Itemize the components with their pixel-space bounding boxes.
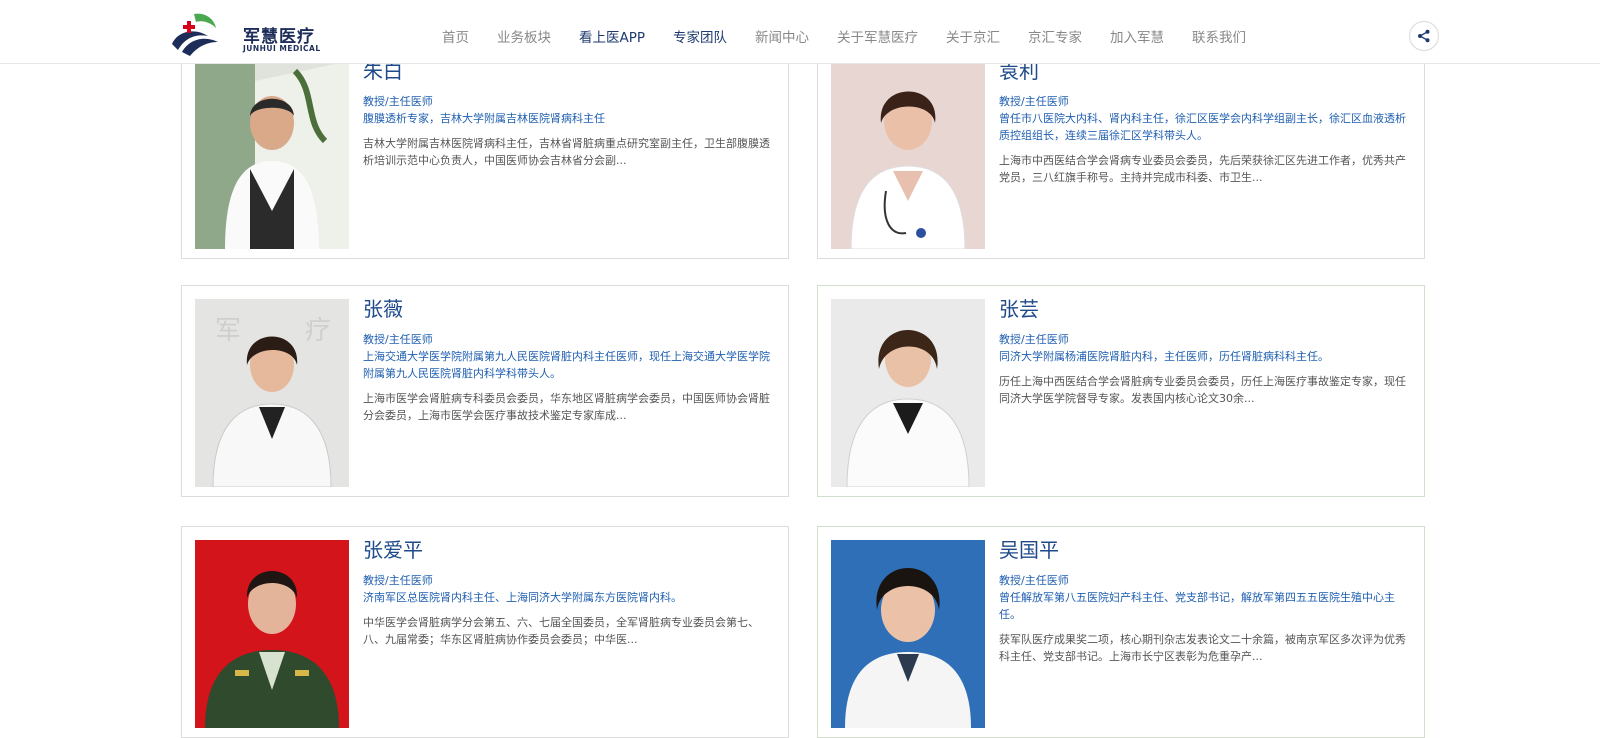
expert-card[interactable]: 吴国平 教授/主任医师 曾任解放军第八五医院妇产科主任、党支部书记，解放军第四五…: [817, 526, 1425, 738]
expert-specialty: 同济大学附属杨浦医院肾脏内科，主任医师，历任肾脏病科科主任。: [999, 350, 1329, 363]
share-icon: [1418, 29, 1430, 43]
nav-jinghui-experts[interactable]: 京汇专家: [1028, 28, 1082, 48]
main-nav: 首页 业务板块 看上医APP 专家团队 新闻中心 关于军慧医疗 关于京汇 京汇专…: [442, 28, 1274, 48]
svg-text:疗: 疗: [305, 316, 331, 346]
expert-name[interactable]: 张爱平: [363, 537, 778, 563]
nav-experts[interactable]: 专家团队: [673, 28, 727, 48]
expert-description: 中华医学会肾脏病学分会第五、六、七届全国委员，全军肾脏病专业委员会第七、八、九届…: [363, 616, 759, 646]
expert-photo[interactable]: [195, 61, 349, 249]
expert-name[interactable]: 吴国平: [999, 537, 1414, 563]
expert-description: 上海市中西医结合学会肾病专业委员会委员，先后荣获徐汇区先进工作者，优秀共产党员，…: [999, 154, 1406, 184]
expert-card[interactable]: 张爱平 教授/主任医师 济南军区总医院肾内科主任、上海同济大学附属东方医院肾内科…: [181, 526, 789, 738]
site-header: 军慧医疗 JUNHUI MEDICAL 首页 业务板块 看上医APP 专家团队 …: [0, 0, 1600, 64]
expert-info: 朱白 教授/主任医师 腹膜透析专家，吉林大学附属吉林医院肾病科主任 吉林大学附属…: [363, 58, 778, 169]
nav-home[interactable]: 首页: [442, 28, 469, 48]
expert-info: 张薇 教授/主任医师 上海交通大学医学院附属第九人民医院肾脏内科主任医师，现任上…: [363, 296, 778, 424]
expert-description: 历任上海中西医结合学会肾脏病专业委员会委员，历任上海医疗事故鉴定专家，现任同济大…: [999, 375, 1406, 405]
svg-text:军: 军: [215, 316, 241, 346]
expert-title: 教授/主任医师: [363, 95, 433, 108]
expert-description: 吉林大学附属吉林医院肾病科主任，吉林省肾脏病重点研究室副主任，卫生部腹膜透析培训…: [363, 137, 770, 167]
logo[interactable]: 军慧医疗 JUNHUI MEDICAL: [168, 6, 328, 56]
expert-title: 教授/主任医师: [363, 574, 433, 587]
expert-photo[interactable]: [195, 540, 349, 728]
share-button[interactable]: [1409, 21, 1439, 51]
nav-app[interactable]: 看上医APP: [579, 28, 645, 48]
expert-title: 教授/主任医师: [999, 333, 1069, 346]
expert-specialty: 曾任市八医院大内科、肾内科主任，徐汇区医学会内科学组副主长，徐汇区血液透析质控组…: [999, 112, 1406, 142]
expert-description: 获军队医疗成果奖二项，核心期刊杂志发表论文二十余篇，被南京军区多次评为优秀科主任…: [999, 633, 1406, 663]
expert-photo[interactable]: [831, 299, 985, 487]
expert-card[interactable]: 军 疗 张薇 教授/主任医师 上海交通大学医学院附属第九人民医院肾脏内科主任医师…: [181, 285, 789, 497]
expert-title: 教授/主任医师: [363, 333, 433, 346]
nav-news[interactable]: 新闻中心: [755, 28, 809, 48]
expert-info: 张爱平 教授/主任医师 济南军区总医院肾内科主任、上海同济大学附属东方医院肾内科…: [363, 537, 778, 648]
expert-photo[interactable]: [831, 61, 985, 249]
expert-info: 张芸 教授/主任医师 同济大学附属杨浦医院肾脏内科，主任医师，历任肾脏病科科主任…: [999, 296, 1414, 407]
expert-info: 吴国平 教授/主任医师 曾任解放军第八五医院妇产科主任、党支部书记，解放军第四五…: [999, 537, 1414, 665]
logo-mark-icon: [172, 13, 218, 56]
logo-subtitle: JUNHUI MEDICAL: [243, 44, 321, 53]
expert-specialty: 济南军区总医院肾内科主任、上海同济大学附属东方医院肾内科。: [363, 591, 682, 604]
expert-card[interactable]: 朱白 教授/主任医师 腹膜透析专家，吉林大学附属吉林医院肾病科主任 吉林大学附属…: [181, 47, 789, 259]
expert-card[interactable]: 张芸 教授/主任医师 同济大学附属杨浦医院肾脏内科，主任医师，历任肾脏病科科主任…: [817, 285, 1425, 497]
expert-photo[interactable]: [831, 540, 985, 728]
expert-name[interactable]: 张芸: [999, 296, 1414, 322]
expert-specialty: 腹膜透析专家，吉林大学附属吉林医院肾病科主任: [363, 112, 605, 125]
expert-description: 上海市医学会肾脏病专科委员会委员，华东地区肾脏病学会委员，中国医师协会肾脏分会委…: [363, 392, 770, 422]
expert-specialty: 曾任解放军第八五医院妇产科主任、党支部书记，解放军第四五五医院生殖中心主任。: [999, 591, 1395, 621]
expert-info: 袁利 教授/主任医师 曾任市八医院大内科、肾内科主任，徐汇区医学会内科学组副主长…: [999, 58, 1414, 186]
expert-photo[interactable]: 军 疗: [195, 299, 349, 487]
expert-title: 教授/主任医师: [999, 574, 1069, 587]
expert-name[interactable]: 张薇: [363, 296, 778, 322]
expert-card[interactable]: 袁利 教授/主任医师 曾任市八医院大内科、肾内科主任，徐汇区医学会内科学组副主长…: [817, 47, 1425, 259]
expert-title: 教授/主任医师: [999, 95, 1069, 108]
nav-join[interactable]: 加入军慧: [1110, 28, 1164, 48]
nav-business[interactable]: 业务板块: [497, 28, 551, 48]
nav-contact[interactable]: 联系我们: [1192, 28, 1246, 48]
nav-about-junhui[interactable]: 关于军慧医疗: [837, 28, 918, 48]
expert-specialty: 上海交通大学医学院附属第九人民医院肾脏内科主任医师，现任上海交通大学医学院附属第…: [363, 350, 770, 380]
nav-about-jinghui[interactable]: 关于京汇: [946, 28, 1000, 48]
